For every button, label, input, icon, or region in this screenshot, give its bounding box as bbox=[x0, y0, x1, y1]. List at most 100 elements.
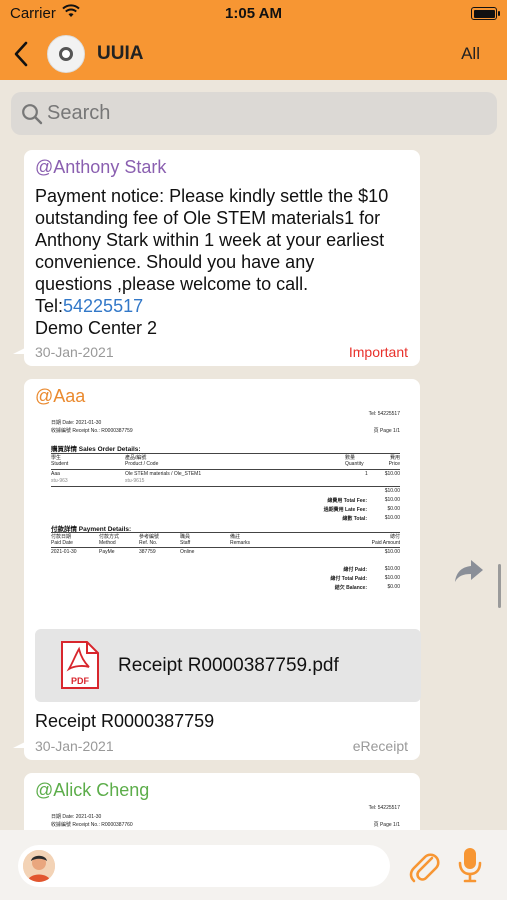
table-cell: Aaa bbox=[51, 471, 60, 477]
receipt-date: 日期 Date: 2021-01-30 bbox=[51, 420, 102, 426]
total-value: $10.00 bbox=[384, 566, 400, 572]
receipt-tel: Tel: 54225517 bbox=[368, 411, 400, 417]
phone-link[interactable]: 54225517 bbox=[63, 296, 143, 316]
message-text: Payment notice: Please kindly settle the… bbox=[35, 185, 415, 339]
composer-bar bbox=[0, 830, 507, 900]
receipt-preview[interactable]: Tel: 54225517 日期 Date: 2021-01-30 收據編號 R… bbox=[35, 803, 415, 830]
message-date: 30-Jan-2021 bbox=[35, 738, 114, 754]
total-label: 結欠 Balance: bbox=[334, 585, 367, 591]
user-avatar[interactable] bbox=[23, 850, 55, 882]
battery-icon bbox=[471, 7, 500, 20]
table-cell: Online bbox=[180, 549, 195, 555]
total-label: 總付 Paid: bbox=[343, 567, 367, 573]
divider bbox=[51, 547, 400, 548]
col-header: Staff bbox=[180, 540, 191, 546]
tel-label: Tel: bbox=[35, 296, 64, 316]
message-line: convenience. Should you have any bbox=[35, 252, 315, 272]
sender-name[interactable]: @Anthony Stark bbox=[35, 157, 166, 178]
receipt-page: 頁 Page 1/1 bbox=[373, 822, 400, 828]
col-header: Ref. No. bbox=[139, 540, 158, 546]
table-cell: 2021-01-30 bbox=[51, 549, 77, 555]
search-input[interactable] bbox=[47, 92, 477, 135]
total-value: $10.00 bbox=[384, 575, 400, 581]
col-header: 總付 bbox=[389, 534, 400, 540]
divider bbox=[51, 469, 400, 470]
subtotal: $10.00 bbox=[384, 488, 400, 494]
pdf-label: PDF bbox=[71, 676, 90, 686]
filter-all-button[interactable]: All bbox=[461, 44, 480, 64]
message-bubble[interactable]: @Alick Cheng Tel: 54225517 日期 Date: 2021… bbox=[24, 773, 420, 830]
message-line: questions ,please welcome to call. bbox=[35, 274, 309, 294]
total-label: 總付 Total Paid: bbox=[330, 576, 367, 582]
table-cell: Ole STEM materials / Ole_STEM1 bbox=[125, 471, 202, 477]
total-label: 總數 Total: bbox=[342, 516, 367, 522]
sender-name[interactable]: @Alick Cheng bbox=[35, 780, 149, 801]
col-header: Method bbox=[99, 540, 116, 546]
sales-title: 購買詳情 Sales Order Details: bbox=[51, 446, 141, 453]
table-cell: 1 bbox=[365, 471, 368, 477]
col-header: 費用 bbox=[389, 455, 400, 461]
paperclip-icon[interactable] bbox=[408, 848, 440, 889]
table-cell: PayMe bbox=[99, 549, 115, 555]
bubble-tail bbox=[13, 742, 25, 748]
total-label: 過期費用 Late Fee: bbox=[323, 507, 367, 513]
receipt-page: 頁 Page 1/1 bbox=[373, 428, 400, 434]
back-chevron-icon[interactable] bbox=[10, 39, 34, 69]
receipt-date: 日期 Date: 2021-01-30 bbox=[51, 814, 102, 820]
attachment-filename: Receipt R0000387759.pdf bbox=[118, 655, 339, 676]
receipt-number: 收據編號 Receipt No.: R0000387760 bbox=[51, 822, 133, 828]
col-header: Remarks bbox=[230, 540, 251, 546]
status-bar: Carrier 1:05 AM bbox=[0, 0, 507, 28]
message-bubble[interactable]: @Aaa Tel: 54225517 日期 Date: 2021-01-30 收… bbox=[13, 379, 421, 760]
pdf-attachment[interactable]: PDF Receipt R0000387759.pdf bbox=[35, 629, 421, 702]
group-logo-icon bbox=[59, 47, 73, 61]
message-bubble[interactable]: @Anthony Stark Payment notice: Please ki… bbox=[13, 150, 420, 366]
microphone-icon[interactable] bbox=[458, 846, 482, 889]
message-line: Payment notice: Please kindly settle the… bbox=[35, 186, 389, 206]
col-header: 數量 bbox=[345, 455, 356, 461]
scrollbar[interactable] bbox=[498, 564, 501, 608]
message-date: 30-Jan-2021 bbox=[35, 344, 114, 360]
col-header: 職員 bbox=[180, 534, 191, 540]
bubble-tail bbox=[13, 348, 25, 354]
col-header: 產品/編號 bbox=[125, 455, 147, 461]
total-value: $0.00 bbox=[387, 506, 400, 512]
total-value: $10.00 bbox=[384, 515, 400, 521]
tel-line: Tel:54225517 bbox=[35, 295, 415, 317]
divider bbox=[51, 486, 400, 487]
chat-title: UUIA bbox=[97, 43, 144, 64]
important-tag: Important bbox=[348, 344, 408, 360]
col-header: Quantity bbox=[345, 461, 364, 467]
search-bar[interactable] bbox=[11, 92, 497, 135]
receipt-preview[interactable]: Tel: 54225517 日期 Date: 2021-01-30 收據編號 R… bbox=[35, 409, 415, 599]
receipt-tel: Tel: 54225517 bbox=[368, 805, 400, 811]
total-value: $0.00 bbox=[387, 584, 400, 590]
table-cell: stu-963 bbox=[51, 478, 68, 484]
message-input[interactable] bbox=[18, 845, 390, 887]
pdf-file-icon: PDF bbox=[59, 640, 100, 690]
table-cell: stu-9615 bbox=[125, 478, 145, 484]
col-header: Product / Code bbox=[125, 461, 159, 467]
col-header: 備註 bbox=[230, 534, 241, 540]
col-header: Paid Amount bbox=[371, 540, 400, 546]
col-header: Student bbox=[51, 461, 69, 467]
group-avatar[interactable] bbox=[47, 35, 85, 73]
table-cell: $10.00 bbox=[384, 471, 400, 477]
col-header: 付款方式 bbox=[99, 534, 120, 540]
col-header: 付款日期 bbox=[51, 534, 72, 540]
ereceipt-tag: eReceipt bbox=[352, 738, 408, 754]
col-header: Price bbox=[388, 461, 400, 467]
col-header: 參考編號 bbox=[139, 534, 160, 540]
search-icon bbox=[22, 104, 43, 125]
message-text: Receipt R0000387759 bbox=[35, 711, 215, 731]
nav-bar: UUIA All bbox=[0, 28, 507, 80]
total-value: $10.00 bbox=[384, 497, 400, 503]
center-name: Demo Center 2 bbox=[35, 318, 158, 338]
table-cell: 387759 bbox=[139, 549, 156, 555]
message-line: outstanding fee of Ole STEM materials1 f… bbox=[35, 208, 381, 228]
receipt-number: 收據編號 Receipt No.: R0000387759 bbox=[51, 428, 133, 434]
clock: 1:05 AM bbox=[225, 5, 282, 22]
forward-icon[interactable] bbox=[453, 558, 485, 589]
col-header: Paid Date bbox=[51, 540, 73, 546]
sender-name[interactable]: @Aaa bbox=[35, 386, 85, 407]
